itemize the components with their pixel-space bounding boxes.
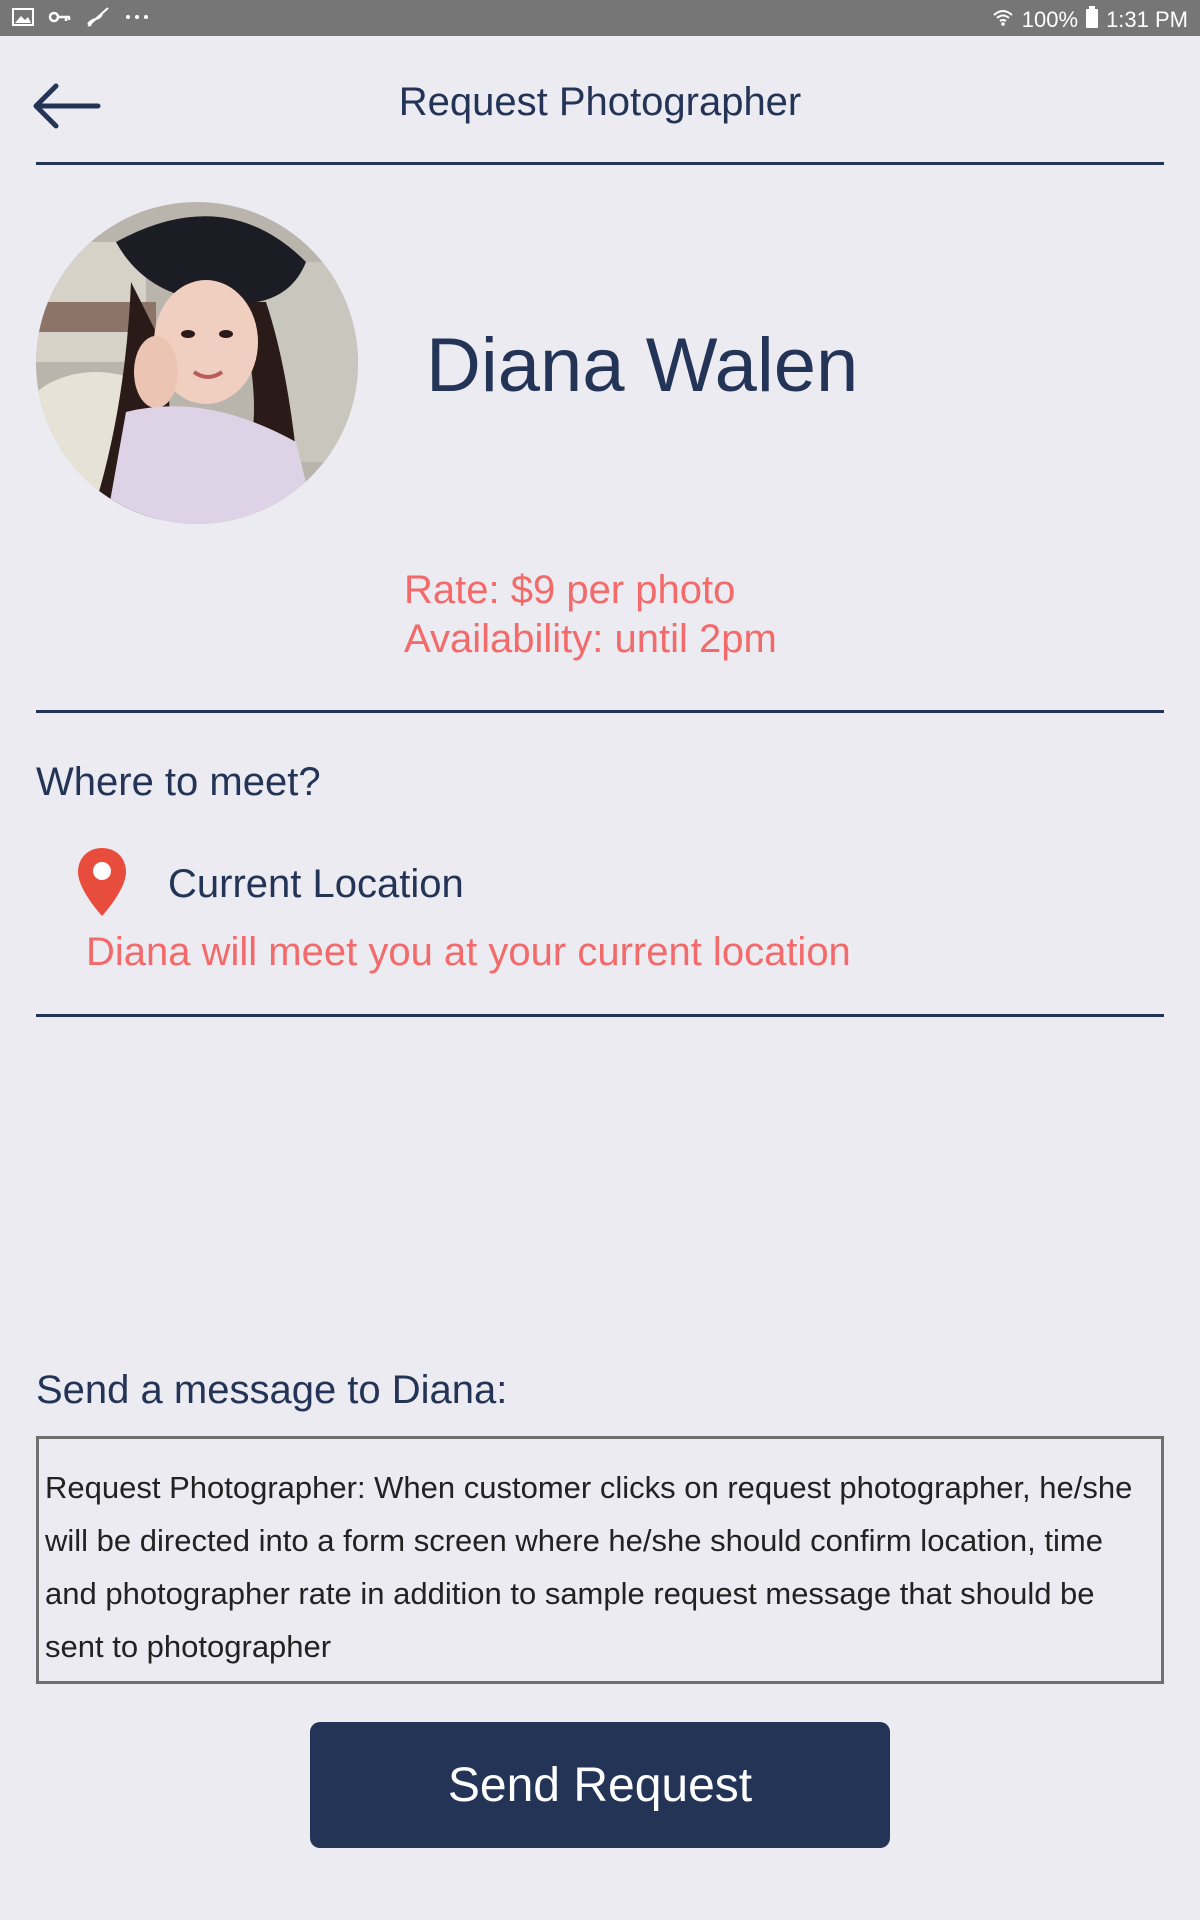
location-divider bbox=[36, 1014, 1164, 1017]
where-to-meet-heading: Where to meet? bbox=[36, 760, 321, 804]
status-bar: 100% 1:31 PM bbox=[0, 0, 1200, 36]
availability-text: Availability: until 2pm bbox=[404, 617, 777, 661]
image-icon bbox=[12, 7, 34, 33]
signature-icon bbox=[86, 6, 110, 34]
send-request-button[interactable]: Send Request bbox=[310, 1722, 890, 1848]
profile-divider bbox=[36, 710, 1164, 713]
key-icon bbox=[48, 7, 72, 33]
photographer-name: Diana Walen bbox=[426, 323, 859, 408]
map-pin-icon bbox=[76, 846, 128, 918]
page-title: Request Photographer bbox=[398, 80, 802, 124]
avatar bbox=[36, 202, 358, 524]
location-description: Diana will meet you at your current loca… bbox=[86, 930, 851, 974]
wifi-icon bbox=[992, 7, 1014, 33]
status-bar-right: 100% 1:31 PM bbox=[992, 6, 1188, 34]
current-location-option[interactable]: Current Location bbox=[168, 862, 464, 907]
battery-percent: 100% bbox=[1021, 7, 1079, 32]
rate-info: Rate: $9 per photo Availability: until 2… bbox=[404, 566, 777, 664]
status-time: 1:31 PM bbox=[1106, 7, 1188, 32]
rate-text: Rate: $9 per photo bbox=[404, 568, 736, 612]
battery-icon bbox=[1086, 6, 1099, 34]
status-bar-left bbox=[12, 6, 150, 34]
header-divider bbox=[36, 162, 1164, 165]
message-input[interactable]: Request Photographer: When customer clic… bbox=[36, 1436, 1164, 1684]
more-dots-icon bbox=[124, 7, 150, 33]
message-heading: Send a message to Diana: bbox=[36, 1368, 508, 1412]
